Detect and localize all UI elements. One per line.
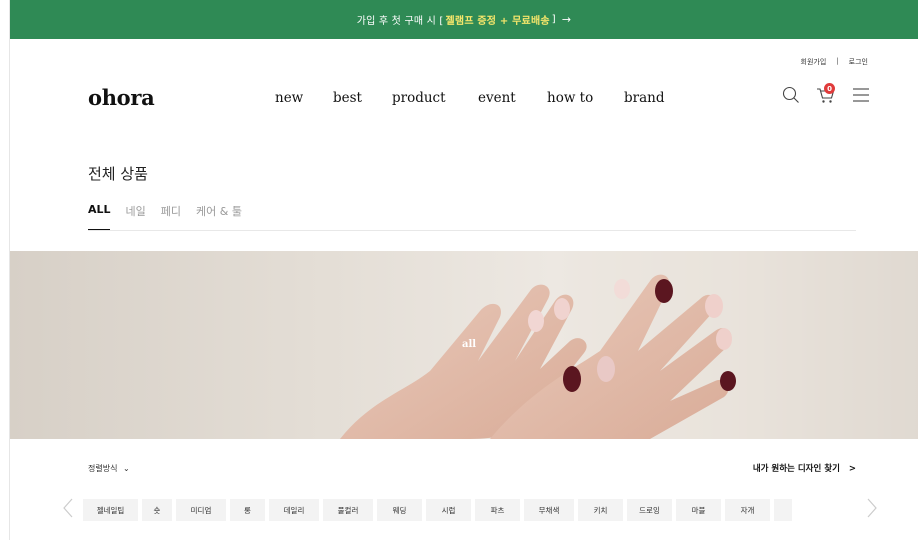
promo-banner[interactable]: 가입 후 첫 구매 시 [ 젤램프 증정 + 무료배송 ] → xyxy=(10,0,918,39)
nav-event[interactable]: event xyxy=(478,90,516,106)
nav-new[interactable]: new xyxy=(275,90,303,106)
design-finder-label: 내가 원하는 디자인 찾기 xyxy=(752,464,840,474)
hero-banner: all xyxy=(10,251,918,439)
brand-logo[interactable]: ohora xyxy=(88,85,155,110)
sort-label: 정렬방식 xyxy=(88,464,118,473)
category-tabs: ALL 네일 페디 케어 & 툴 xyxy=(88,203,242,219)
chip-marble[interactable]: 마블 xyxy=(676,499,721,521)
menu-icon[interactable] xyxy=(852,87,870,103)
promo-suffix: ] xyxy=(551,14,556,25)
page-title: 전체 상품 xyxy=(88,165,148,183)
arrow-right-icon: → xyxy=(561,13,572,26)
chip-parts[interactable]: 파츠 xyxy=(475,499,520,521)
chevron-down-icon: ⌄ xyxy=(123,464,130,473)
util-separator: | xyxy=(836,57,839,65)
chip-wedding[interactable]: 웨딩 xyxy=(377,499,422,521)
nav-best[interactable]: best xyxy=(333,90,362,106)
cart-count-badge: 0 xyxy=(824,83,835,94)
chip-achromatic[interactable]: 무채색 xyxy=(524,499,574,521)
promo-prefix: 가입 후 첫 구매 시 [ xyxy=(356,16,444,27)
utility-links: 회원가입 | 로그인 xyxy=(801,57,868,67)
chevron-right-icon xyxy=(867,498,877,518)
left-edge xyxy=(0,0,10,540)
hero-label: all xyxy=(462,339,477,350)
tab-pedi[interactable]: 페디 xyxy=(161,203,181,219)
chip-full-color[interactable]: 풀컬러 xyxy=(323,499,373,521)
filter-chips: 젤네일팁 숏 미디엄 롱 데일리 풀컬러 웨딩 시럽 파츠 무채색 키치 드로잉… xyxy=(83,499,792,521)
nav-how-to[interactable]: how to xyxy=(547,90,593,106)
chevron-right-icon: > xyxy=(848,464,856,474)
chip-medium[interactable]: 미디엄 xyxy=(176,499,226,521)
chips-prev-button[interactable] xyxy=(62,497,74,523)
chip-partial xyxy=(774,499,792,521)
tab-all[interactable]: ALL xyxy=(88,203,111,219)
chip-daily[interactable]: 데일리 xyxy=(269,499,319,521)
header-icons: 0 xyxy=(782,83,870,104)
chip-drawing[interactable]: 드로잉 xyxy=(627,499,672,521)
chip-mother-of-pearl[interactable]: 자개 xyxy=(725,499,770,521)
cart-icon[interactable]: 0 xyxy=(816,83,836,104)
chips-next-button[interactable] xyxy=(866,497,878,523)
nav-product[interactable]: product xyxy=(392,90,446,106)
chip-gel-nail-tip[interactable]: 젤네일팁 xyxy=(83,499,138,521)
design-finder-link[interactable]: 내가 원하는 디자인 찾기 > xyxy=(753,462,856,474)
search-icon[interactable] xyxy=(782,86,800,104)
tab-care-tool[interactable]: 케어 & 툴 xyxy=(196,203,242,219)
chip-syrup[interactable]: 시럽 xyxy=(426,499,471,521)
tab-nail[interactable]: 네일 xyxy=(126,203,146,219)
chip-long[interactable]: 롱 xyxy=(230,499,265,521)
signup-link[interactable]: 회원가입 xyxy=(801,57,827,67)
nav-brand[interactable]: brand xyxy=(624,90,664,106)
login-link[interactable]: 로그인 xyxy=(849,57,868,67)
sort-dropdown[interactable]: 정렬방식 ⌄ xyxy=(88,463,130,474)
tab-divider xyxy=(88,230,856,231)
chip-short[interactable]: 숏 xyxy=(142,499,172,521)
chip-kitsch[interactable]: 키치 xyxy=(578,499,623,521)
promo-highlight: 젤램프 증정 + 무료배송 xyxy=(445,16,550,27)
chevron-left-icon xyxy=(63,498,73,518)
